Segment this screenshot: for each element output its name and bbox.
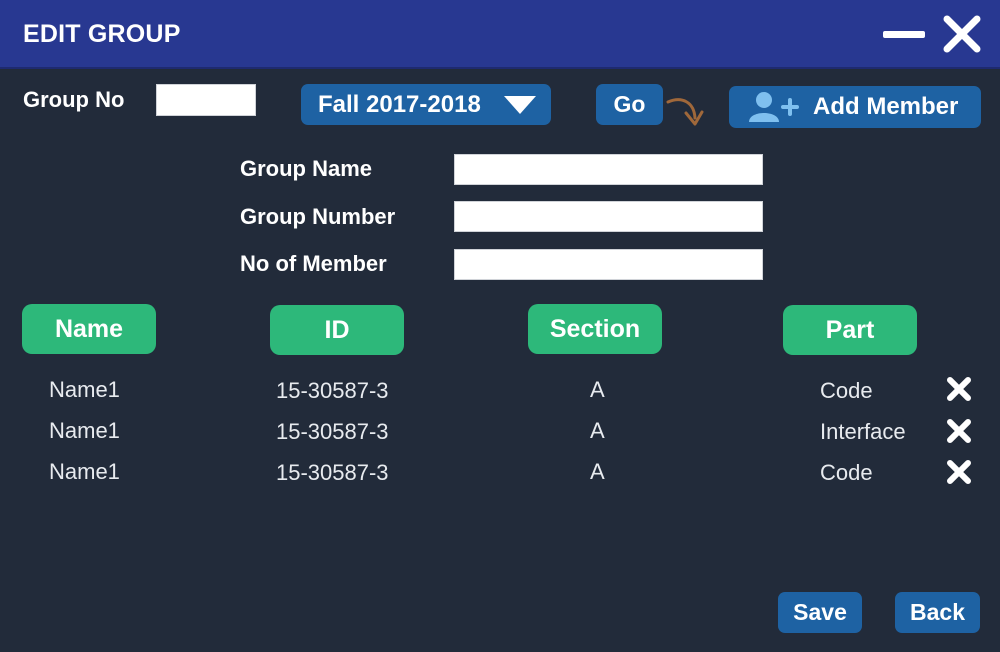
back-button[interactable]: Back: [895, 592, 980, 633]
cell-section: A: [590, 459, 605, 484]
cell-name: Name1: [49, 418, 120, 443]
title-bar: EDIT GROUP: [0, 0, 1000, 69]
cell-section: A: [590, 418, 605, 443]
group-number-input[interactable]: [454, 201, 763, 232]
curved-arrow-icon: [666, 98, 704, 126]
column-header-name-label: Name: [54, 314, 124, 343]
window-title: EDIT GROUP: [23, 20, 181, 48]
column-header-name[interactable]: Name: [22, 304, 156, 354]
add-member-button[interactable]: Add Member: [729, 86, 981, 128]
chevron-down-icon: [504, 96, 536, 114]
cell-id: 15-30587-3: [276, 419, 389, 444]
column-header-part-label: Part: [825, 315, 875, 344]
column-header-id-label: ID: [324, 315, 350, 344]
add-user-icon: [749, 92, 799, 122]
no-of-member-label: No of Member: [240, 251, 387, 276]
minimize-icon: [883, 31, 925, 38]
group-number-label: Group Number: [240, 204, 396, 229]
cell-part: Code: [820, 378, 873, 403]
remove-icon[interactable]: [945, 458, 973, 486]
go-button-label: Go: [613, 91, 646, 117]
back-button-label: Back: [910, 599, 965, 625]
column-header-part[interactable]: Part: [783, 305, 917, 355]
column-header-section-label: Section: [549, 314, 641, 343]
column-header-id[interactable]: ID: [270, 305, 404, 355]
no-of-member-input[interactable]: [454, 249, 763, 280]
go-button[interactable]: Go: [596, 84, 663, 125]
group-no-label: Group No: [23, 87, 125, 112]
cell-name: Name1: [49, 459, 120, 484]
column-header-section[interactable]: Section: [528, 304, 662, 354]
semester-dropdown[interactable]: Fall 2017-2018: [301, 84, 551, 125]
cell-part: Code: [820, 460, 873, 485]
cell-part: Interface: [820, 419, 906, 444]
cell-section: A: [590, 377, 605, 402]
cell-name: Name1: [49, 377, 120, 402]
group-no-input[interactable]: [156, 84, 256, 116]
minimize-button[interactable]: [882, 20, 926, 50]
close-icon: [943, 15, 981, 53]
add-member-label: Add Member: [813, 93, 959, 120]
save-button[interactable]: Save: [778, 592, 862, 633]
cell-id: 15-30587-3: [276, 378, 389, 403]
remove-icon[interactable]: [945, 375, 973, 403]
group-name-input[interactable]: [454, 154, 763, 185]
close-button[interactable]: [942, 14, 982, 54]
cell-id: 15-30587-3: [276, 460, 389, 485]
save-button-label: Save: [793, 599, 847, 625]
semester-selected-value: Fall 2017-2018: [318, 90, 481, 118]
group-name-label: Group Name: [240, 156, 373, 181]
remove-icon[interactable]: [945, 417, 973, 445]
